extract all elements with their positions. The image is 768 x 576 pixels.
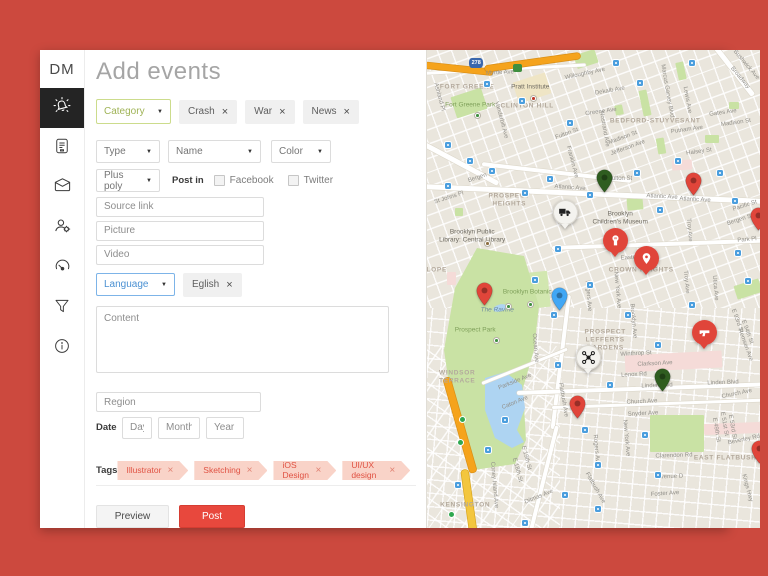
sidebar-item-users[interactable]: [40, 208, 84, 248]
close-icon[interactable]: ×: [226, 279, 232, 291]
map-pin-blue[interactable]: [551, 287, 568, 316]
chevron-down-icon: ▼: [161, 281, 167, 288]
map-pin-red[interactable]: [569, 395, 586, 424]
close-icon[interactable]: ×: [389, 465, 395, 476]
map-pin-red[interactable]: [751, 440, 761, 469]
news-doc-icon: [53, 137, 71, 160]
map-markers: [427, 50, 761, 528]
chevron-down-icon: ▼: [146, 177, 152, 184]
map-marker-truck[interactable]: [552, 199, 578, 225]
close-icon[interactable]: ×: [222, 106, 228, 118]
category-chip: Crash ×: [179, 99, 238, 124]
post-button[interactable]: Post: [179, 504, 245, 528]
chevron-down-icon: ▼: [157, 108, 163, 115]
date-day-input[interactable]: [122, 416, 152, 439]
app-logo: DM: [49, 60, 75, 78]
user-settings-icon: [53, 216, 72, 240]
plus-poly-select[interactable]: Plus poly ▼: [96, 169, 160, 192]
post-in-label: Post in: [172, 175, 204, 186]
close-icon[interactable]: ×: [344, 106, 350, 118]
page-title: Add events: [96, 58, 222, 85]
type-select[interactable]: Type ▼: [96, 140, 160, 163]
map-marker-gun[interactable]: [691, 319, 717, 345]
sidebar-item-news[interactable]: [40, 128, 84, 168]
preview-button[interactable]: Preview: [96, 504, 169, 528]
twitter-option: Twitter: [287, 175, 333, 186]
close-icon[interactable]: ×: [315, 465, 321, 476]
close-icon[interactable]: ×: [167, 465, 173, 476]
category-chip: News ×: [302, 99, 359, 124]
map-pin-red[interactable]: [750, 207, 761, 236]
video-input[interactable]: [96, 244, 264, 265]
content-textarea[interactable]: [96, 305, 389, 374]
language-row: Language ▼ Eglish ×: [96, 272, 416, 297]
map-pin-red[interactable]: [685, 172, 702, 201]
picture-input[interactable]: [96, 220, 264, 241]
map-marker-location[interactable]: [633, 245, 659, 271]
tag-chip: Illustrator ×: [117, 461, 188, 480]
gauge-icon: [53, 256, 72, 280]
language-select-value: Language: [104, 279, 149, 291]
chevron-down-icon: ▼: [146, 148, 152, 155]
sidebar-item-dashboard[interactable]: [40, 248, 84, 288]
form-footer: Preview Post: [96, 484, 417, 528]
type-name-color-row: Type ▼ Name ▼ Color ▼: [96, 140, 416, 163]
info-icon: [53, 337, 71, 360]
map-pin-red[interactable]: [476, 282, 493, 311]
map-marker-drone[interactable]: [575, 344, 601, 370]
language-chip: Eglish ×: [183, 272, 242, 297]
category-select-value: Category: [104, 106, 145, 117]
date-row: Date: [96, 416, 416, 439]
twitter-checkbox[interactable]: [287, 175, 299, 186]
tags-row: Tags Illustrator × Sketching × iOS Design ×…: [96, 461, 416, 480]
category-select[interactable]: Category ▼: [96, 99, 171, 124]
tag-chip: UI/UX design ×: [342, 461, 410, 480]
name-select[interactable]: Name ▼: [168, 140, 261, 163]
close-icon[interactable]: ×: [247, 465, 253, 476]
date-year-input[interactable]: [206, 416, 244, 439]
date-month-input[interactable]: [158, 416, 200, 439]
filter-icon: [53, 297, 71, 320]
tag-chip: iOS Design ×: [273, 461, 336, 480]
tag-chip: Sketching ×: [194, 461, 267, 480]
map-pin-green[interactable]: [596, 169, 613, 198]
close-icon[interactable]: ×: [279, 106, 285, 118]
language-select[interactable]: Language ▼: [96, 273, 175, 297]
dribbble-shot-background: { "app": { "logo": "DM", "background_col…: [0, 0, 768, 576]
add-events-window: DM Add events Category ▼ Crash × War × N…: [40, 50, 761, 528]
alert-bell-icon: [52, 96, 72, 121]
category-chip: War ×: [245, 99, 295, 124]
facebook-checkbox[interactable]: [213, 175, 225, 186]
facebook-option: Facebook: [213, 175, 274, 186]
post-in-row: Plus poly ▼ Post in Facebook Twitter: [96, 169, 416, 192]
category-row: Category ▼ Crash × War × News ×: [96, 99, 416, 124]
sidebar-item-filter[interactable]: [40, 288, 84, 328]
color-select[interactable]: Color ▼: [271, 140, 331, 163]
source-link-input[interactable]: [96, 197, 264, 217]
chevron-down-icon: ▼: [247, 148, 253, 155]
mail-icon: [53, 176, 72, 200]
sidebar-item-mail[interactable]: [40, 168, 84, 208]
map-marker-protest[interactable]: [602, 227, 628, 253]
date-label: Date: [96, 422, 117, 434]
sidebar-item-info[interactable]: [40, 328, 84, 368]
tags-label: Tags: [96, 464, 118, 476]
add-events-form: Add events Category ▼ Crash × War × News × …: [85, 50, 426, 528]
chevron-down-icon: ▼: [317, 148, 323, 155]
sidebar-item-alerts[interactable]: [40, 88, 84, 128]
map-pin-green[interactable]: [654, 368, 671, 397]
map[interactable]: 278 FORT GREENE CLINTON HILL BEDFORD-STUYV…: [426, 50, 761, 528]
region-input[interactable]: [96, 392, 261, 412]
sidebar: DM: [40, 50, 85, 528]
